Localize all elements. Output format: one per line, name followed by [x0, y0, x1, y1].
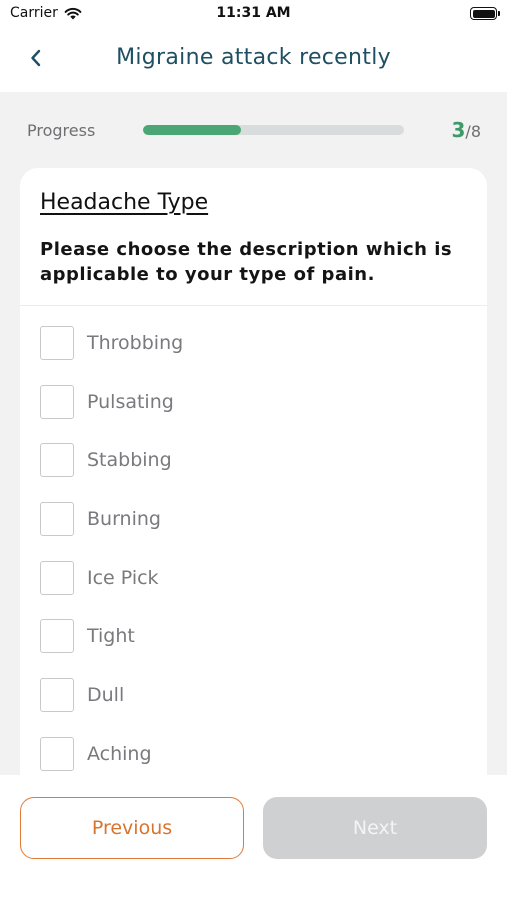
progress-current: 3: [451, 118, 466, 142]
checkbox[interactable]: [40, 326, 74, 360]
page-title: Migraine attack recently: [116, 45, 391, 70]
content-area: Progress 3/8 Headache Type Please choose…: [0, 92, 507, 775]
checkbox[interactable]: [40, 619, 74, 654]
option-item[interactable]: Throbbing: [40, 326, 470, 385]
option-label: Dull: [87, 684, 125, 707]
card-heading: Headache Type Please choose the descript…: [20, 168, 487, 287]
option-item[interactable]: Tight: [40, 619, 470, 678]
option-label: Aching: [87, 742, 152, 765]
option-label: Tight: [87, 625, 135, 648]
progress-bar: [143, 125, 404, 135]
option-label: Ice Pick: [87, 566, 159, 589]
progress-total: /8: [465, 122, 481, 141]
checkbox[interactable]: [40, 384, 74, 419]
checkbox[interactable]: [40, 736, 74, 771]
clock: 11:31 AM: [216, 5, 291, 21]
screen: Carrier 11:31 AM Migraine attack recentl…: [0, 0, 507, 900]
section-title: Headache Type: [40, 190, 209, 215]
status-bar: Carrier 11:31 AM: [0, 0, 507, 28]
checkbox[interactable]: [40, 443, 74, 478]
checkbox[interactable]: [40, 502, 74, 537]
option-item[interactable]: Burning: [40, 502, 470, 561]
progress-fill: [143, 125, 241, 135]
checkbox[interactable]: [40, 560, 74, 595]
option-label: Pulsating: [87, 390, 174, 413]
options-list: Throbbing Pulsating Stabbing Burning Ice…: [40, 326, 470, 775]
divider: [20, 305, 487, 306]
option-label: Burning: [87, 508, 161, 531]
footer: Previous Next: [0, 775, 507, 900]
option-item[interactable]: Dull: [40, 678, 470, 737]
question-text: Please choose the description which is a…: [40, 239, 453, 285]
option-item[interactable]: Aching: [40, 736, 470, 775]
option-label: Stabbing: [87, 449, 172, 472]
progress-label: Progress: [27, 121, 96, 140]
progress-row: Progress 3/8: [0, 118, 507, 142]
progress-count: 3/8: [452, 118, 482, 142]
previous-button[interactable]: Previous: [20, 797, 244, 859]
battery-icon: [470, 7, 500, 20]
nav-bar: Migraine attack recently: [0, 28, 507, 92]
option-label: Throbbing: [87, 332, 184, 354]
option-item[interactable]: Ice Pick: [40, 560, 470, 620]
option-item[interactable]: Pulsating: [40, 384, 470, 444]
question-card: Headache Type Please choose the descript…: [20, 168, 487, 775]
checkbox[interactable]: [40, 678, 74, 713]
next-button[interactable]: Next: [263, 797, 487, 859]
option-item[interactable]: Stabbing: [40, 443, 470, 502]
